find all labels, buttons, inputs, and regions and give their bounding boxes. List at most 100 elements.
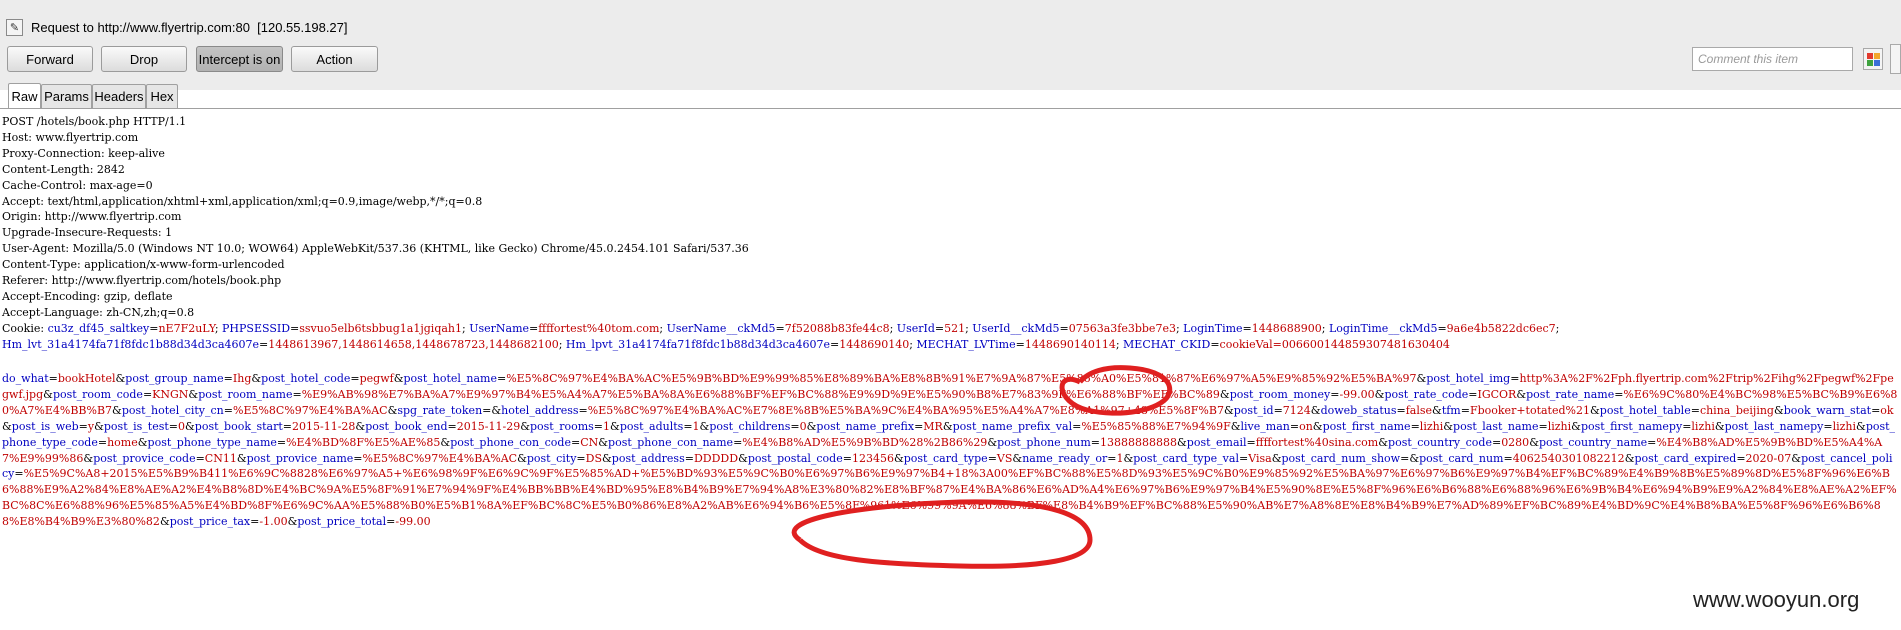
param-value: lizhi: [1547, 419, 1572, 433]
param-value: %E5%8C%97%E4%BA%AC%E7%8E%8B%E5%BA%9C%E4%…: [587, 403, 1224, 417]
param-value: 2015-11-29: [456, 419, 521, 433]
param-value: -1.00: [259, 515, 288, 529]
param-key: do_what: [2, 372, 49, 385]
param-value: Ihg: [232, 372, 252, 385]
param-value: 1: [603, 419, 611, 433]
param-key: spg_rate_token: [397, 403, 483, 417]
edit-pencil-icon[interactable]: ✎: [6, 18, 23, 36]
cookie-name: UserId__ckMd5: [972, 321, 1060, 335]
header-line: User-Agent: Mozilla/5.0 (Windows NT 10.0…: [2, 242, 749, 256]
cookie-name: UserName: [469, 321, 530, 335]
tab-params[interactable]: Params: [41, 84, 92, 108]
param-value: DDDDD: [693, 451, 739, 465]
request-body: do_what=bookHotel&post_group_name=Ihg&po…: [2, 372, 1898, 529]
param-key: post_provice_code: [93, 451, 196, 465]
param-key: post_hotel_name: [403, 372, 497, 385]
param-value: 0280: [1501, 435, 1530, 449]
param-value: %E4%B8%AD%E5%9B%BD%28%2B86%29: [742, 435, 988, 449]
param-value: %E5%85%88%E7%94%9F: [1081, 419, 1231, 433]
cookie-name: UserName__ckMd5: [666, 321, 776, 335]
param-value: 1: [692, 419, 700, 433]
action-button[interactable]: Action: [291, 46, 378, 72]
param-key: post_address: [611, 451, 685, 465]
param-key: post_hotel_city_cn: [121, 403, 224, 417]
param-key: post_city: [526, 451, 577, 465]
param-key: post_last_namepy: [1724, 419, 1824, 433]
panel-toggle-button[interactable]: [1890, 44, 1901, 74]
intercept-toggle-button[interactable]: Intercept is on: [196, 46, 283, 72]
cookie-value: 9a6e4b5822dc6ec7: [1446, 321, 1556, 335]
forward-button[interactable]: Forward: [7, 46, 93, 72]
param-key: post_name_prefix_val: [952, 419, 1073, 433]
cookie-name: UserId: [896, 321, 935, 335]
comment-input[interactable]: Comment this item: [1692, 47, 1853, 71]
tab-hex[interactable]: Hex: [146, 84, 178, 108]
param-value: MR: [923, 419, 943, 433]
header-line: Host: www.flyertrip.com: [2, 130, 139, 144]
cookie-value: nE7F2uLY: [158, 321, 215, 335]
param-key: post_email: [1186, 435, 1247, 449]
tab-raw[interactable]: Raw: [8, 83, 41, 109]
param-key: post_hotel_table: [1599, 403, 1691, 417]
drop-button[interactable]: Drop: [101, 46, 187, 72]
cookie-header-line: Cookie: cu3z_df45_saltkey=nE7F2uLY; PHPS…: [2, 321, 1563, 351]
param-value: china_beijing: [1699, 403, 1774, 417]
param-value: 13888888888: [1100, 435, 1177, 449]
param-key: post_first_name: [1322, 419, 1411, 433]
param-value: ok: [1880, 403, 1894, 417]
param-key: post_hotel_code: [261, 372, 351, 385]
param-key: book_warn_stat: [1783, 403, 1872, 417]
header-line: Upgrade-Insecure-Requests: 1: [2, 226, 173, 240]
cookie-value: cookieVal=006600144859307481630404: [1219, 337, 1450, 351]
param-key: name_ready_or: [1022, 451, 1108, 465]
cookie-value: 07563a3fe3bbe7e3: [1068, 321, 1176, 335]
proxy-intercept-toolbar: ✎ Request to http://www.flyertrip.com:80…: [0, 0, 1901, 109]
header-line: Accept-Language: zh-CN,zh;q=0.8: [2, 305, 195, 319]
param-key: tfm: [1441, 403, 1461, 417]
header-line: Content-Length: 2842: [2, 162, 125, 176]
cookie-name: MECHAT_LVTime: [916, 337, 1016, 351]
cookie-name: Hm_lpvt_31a4174fa71f8fdc1b88d34d3ca4607e: [565, 337, 830, 351]
param-value: lizhi: [1832, 419, 1857, 433]
param-value: 2015-11-28: [292, 419, 356, 433]
param-value: -99.00: [395, 515, 431, 529]
param-value: lizhi: [1419, 419, 1444, 433]
request-target-label: Request to http://www.flyertrip.com:80 […: [31, 19, 348, 35]
cookie-label: Cookie:: [2, 321, 48, 335]
cookie-name: LoginTime__ckMd5: [1328, 321, 1438, 335]
param-value: home: [107, 435, 138, 449]
cookie-name: Hm_lvt_31a4174fa71f8fdc1b88d34d3ca4607e: [2, 337, 260, 351]
param-value: CN: [580, 435, 599, 449]
param-value: Visa: [1248, 451, 1272, 465]
param-value: pegwf: [359, 372, 394, 385]
param-key: post_first_namepy: [1580, 419, 1683, 433]
cookie-name: cu3z_df45_saltkey: [47, 321, 150, 335]
param-key: post_hotel_img: [1426, 372, 1511, 385]
header-line: Proxy-Connection: keep-alive: [2, 146, 165, 160]
param-key: post_last_name: [1453, 419, 1539, 433]
param-key: post_phone_con_code: [450, 435, 571, 449]
cookie-value: 1448690140: [839, 337, 910, 351]
param-key: post_phone_num: [997, 435, 1091, 449]
param-value: bookHotel: [57, 372, 116, 385]
param-value: Fbooker+totated%21: [1469, 403, 1590, 417]
param-key: post_provice_name: [246, 451, 354, 465]
param-key: post_country_name: [1538, 435, 1648, 449]
tab-headers[interactable]: Headers: [92, 84, 146, 108]
param-key: post_card_num_show: [1281, 451, 1401, 465]
cookie-value: 1448690140114: [1024, 337, 1116, 351]
param-key: post_card_type_val: [1133, 451, 1239, 465]
header-line: Accept-Encoding: gzip, deflate: [2, 289, 173, 303]
param-key: post_name_prefix: [816, 419, 915, 433]
param-key: post_adults: [619, 419, 684, 433]
raw-request-editor[interactable]: POST /hotels/book.php HTTP/1.1 Host: www.…: [0, 108, 1901, 630]
param-key: post_price_tax: [169, 515, 251, 529]
highlight-color-icon[interactable]: [1863, 48, 1883, 70]
param-key: post_group_name: [125, 372, 224, 385]
cookie-value: 1448688900: [1251, 321, 1322, 335]
cookie-name: LoginTime: [1183, 321, 1243, 335]
param-key: post_is_web: [11, 419, 79, 433]
cookie-name: PHPSESSID: [222, 321, 291, 335]
cookie-value: 7f52088b83fe44c8: [784, 321, 890, 335]
param-value: IGCOR: [1477, 387, 1517, 401]
